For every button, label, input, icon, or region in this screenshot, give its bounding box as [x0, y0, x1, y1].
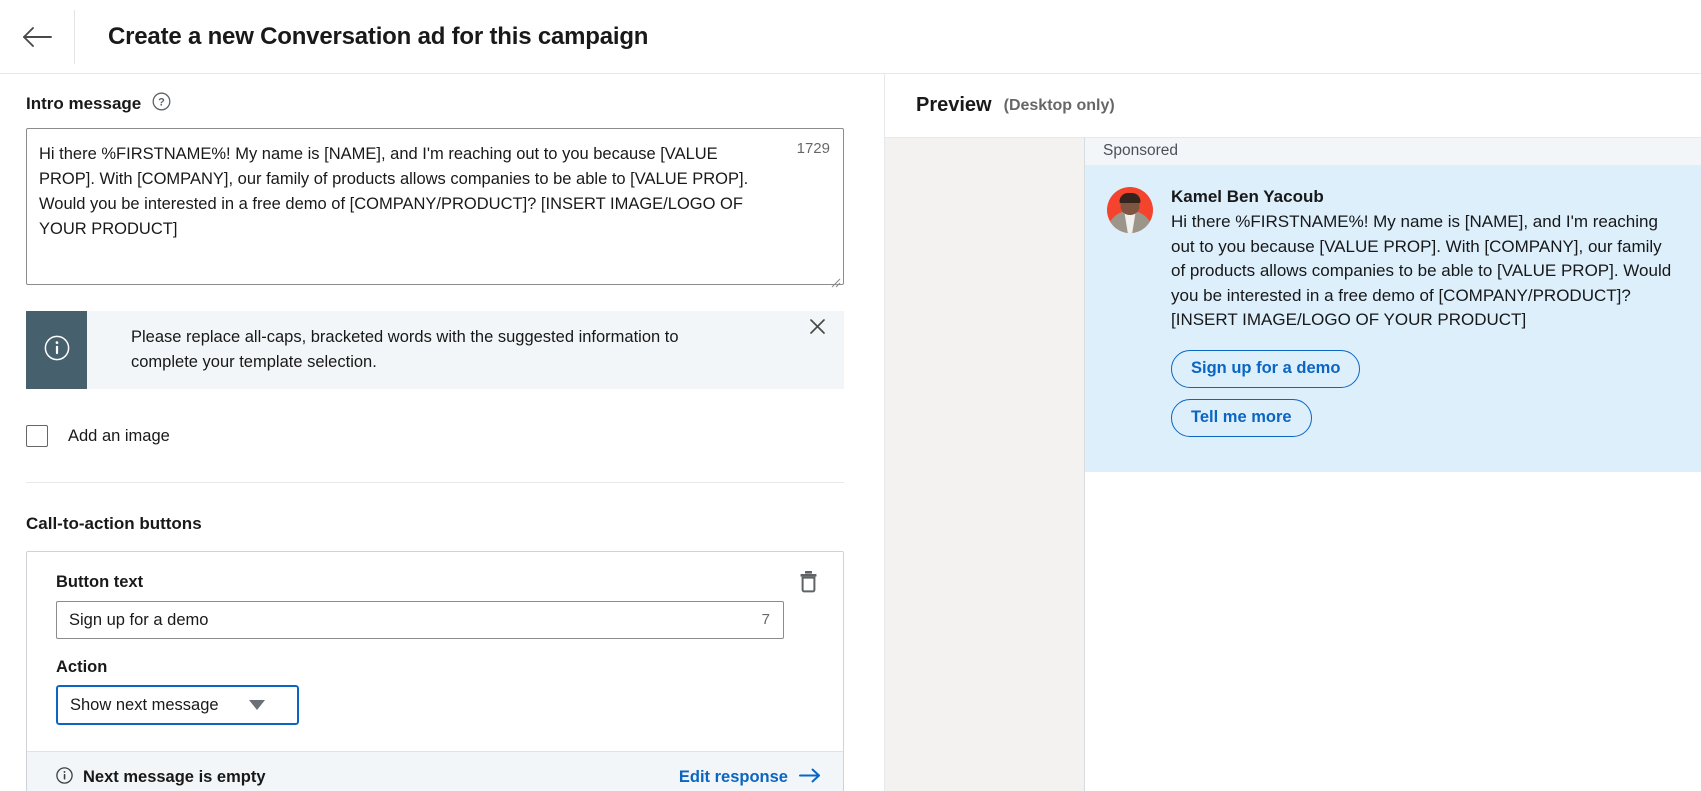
arrow-left-icon: [22, 26, 52, 48]
add-image-label[interactable]: Add an image: [68, 427, 170, 446]
banner-message: Please replace all-caps, bracketed words…: [131, 328, 679, 371]
help-question-icon[interactable]: ?: [152, 92, 171, 116]
button-text-label: Button text: [56, 573, 144, 591]
content-area: Intro message ? 1729: [0, 74, 1701, 791]
action-label: Action: [56, 658, 108, 676]
action-select-value: Show next message: [70, 695, 219, 714]
cta-button-card: Button text 7 Action Show next message: [26, 551, 844, 791]
preview-cta-row-1: Sign up for a demo: [1171, 349, 1677, 399]
chevron-down-icon: [249, 700, 265, 710]
preview-panel: Preview (Desktop only) Sponsored Kamel B…: [885, 74, 1701, 791]
next-message-status-text: Next message is empty: [83, 768, 266, 786]
cta-section-title: Call-to-action buttons: [26, 514, 202, 533]
preview-header: Preview (Desktop only): [885, 74, 1701, 137]
preview-stage: Sponsored Kamel Ben Yacoub Hi there %FIR…: [885, 137, 1701, 791]
preview-subtitle: (Desktop only): [1003, 96, 1115, 114]
button-text-input[interactable]: [56, 601, 784, 639]
preview-message-main: Kamel Ben Yacoub Hi there %FIRSTNAME%! M…: [1171, 187, 1677, 448]
preview-cta-row-2: Tell me more: [1171, 398, 1677, 448]
edit-response-button[interactable]: Edit response: [679, 768, 821, 788]
edit-response-label: Edit response: [678, 768, 788, 786]
preview-left-gutter: [885, 137, 1085, 791]
preview-conversation: Sponsored Kamel Ben Yacoub Hi there %FIR…: [1085, 137, 1701, 791]
intro-message-section-header: Intro message ?: [26, 92, 858, 116]
svg-text:?: ?: [158, 97, 165, 109]
delete-cta-button[interactable]: [791, 566, 825, 600]
back-button[interactable]: [0, 0, 74, 74]
cta-card-body: Button text 7 Action Show next message: [27, 552, 843, 751]
close-x-icon: [809, 318, 826, 338]
preview-title: Preview: [916, 94, 992, 116]
avatar: [1107, 187, 1153, 233]
preview-cta-button-2[interactable]: Tell me more: [1171, 398, 1312, 437]
form-panel: Intro message ? 1729: [0, 74, 885, 791]
avatar-hair: [1119, 193, 1141, 203]
add-image-checkbox[interactable]: [26, 425, 48, 447]
trash-icon: [798, 570, 819, 596]
cta-card-footer: Next message is empty Edit response: [27, 751, 843, 791]
preview-cta-button-1[interactable]: Sign up for a demo: [1171, 349, 1361, 388]
intro-textarea-wrapper: 1729: [26, 128, 844, 290]
next-message-status: Next message is empty: [56, 766, 266, 789]
button-text-wrapper: 7: [56, 601, 784, 639]
intro-message-input[interactable]: [26, 128, 844, 285]
preview-message-bubble: Kamel Ben Yacoub Hi there %FIRSTNAME%! M…: [1085, 165, 1701, 472]
section-divider: [26, 482, 844, 483]
banner-body: Please replace all-caps, bracketed words…: [87, 311, 800, 389]
banner-close-button[interactable]: [800, 311, 834, 345]
sponsored-label: Sponsored: [1085, 138, 1701, 165]
arrow-right-icon: [799, 768, 821, 788]
sender-name: Kamel Ben Yacoub: [1171, 187, 1324, 206]
page-title: Create a new Conversation ad for this ca…: [108, 22, 649, 50]
info-circle-icon: [56, 766, 73, 789]
action-select[interactable]: Show next message: [55, 684, 300, 726]
top-bar: Create a new Conversation ad for this ca…: [0, 0, 1701, 74]
add-image-row: Add an image: [26, 421, 858, 451]
preview-message-text: Hi there %FIRSTNAME%! My name is [NAME],…: [1171, 212, 1672, 329]
intro-message-label: Intro message: [26, 94, 142, 113]
info-banner: Please replace all-caps, bracketed words…: [26, 311, 844, 389]
info-circle-icon: [44, 335, 70, 366]
banner-accent-strip: [26, 311, 87, 389]
